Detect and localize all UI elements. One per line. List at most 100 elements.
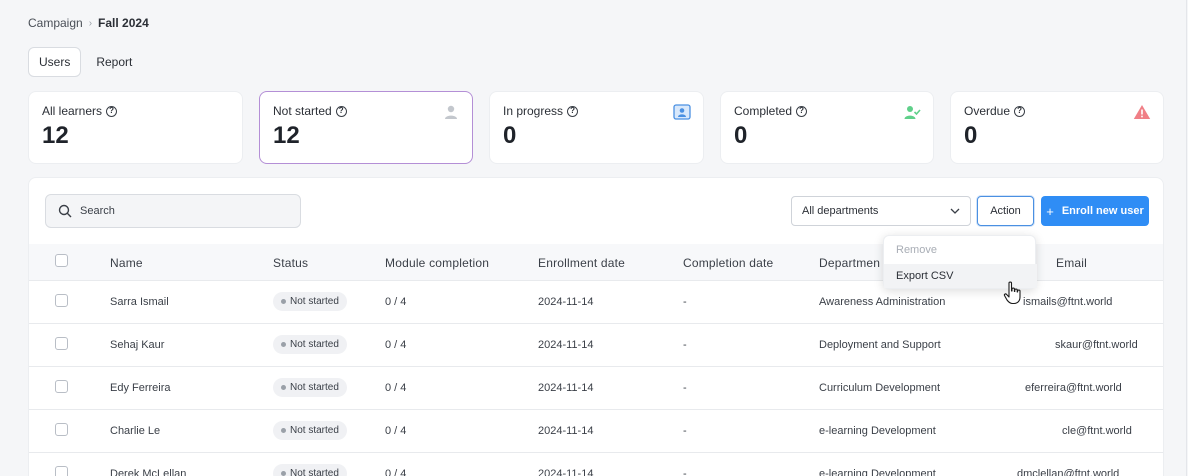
- cell-module-completion: 0 / 4: [385, 339, 407, 351]
- column-header-status[interactable]: Status: [273, 256, 308, 270]
- cell-module-completion: 0 / 4: [385, 468, 407, 476]
- select-all-checkbox[interactable]: [55, 254, 68, 267]
- column-header-name[interactable]: Name: [110, 256, 143, 270]
- cell-completion-date: -: [683, 468, 687, 476]
- cell-email: skaur@ftnt.world: [1055, 339, 1138, 351]
- enroll-new-user-button[interactable]: + Enroll new user: [1041, 196, 1149, 226]
- action-button[interactable]: Action: [977, 196, 1034, 226]
- status-badge: Not started: [273, 292, 347, 311]
- row-checkbox[interactable]: [55, 380, 68, 393]
- stat-label: Overdue?: [964, 104, 1026, 118]
- stat-card-in-progress[interactable]: In progress? 0: [489, 91, 704, 164]
- stat-label: Completed?: [734, 104, 808, 118]
- cell-email: cle@ftnt.world: [1062, 425, 1132, 437]
- cell-enrollment-date: 2024-11-14: [538, 339, 594, 351]
- stat-card-all-learners[interactable]: All learners? 12: [28, 91, 243, 164]
- person-check-icon: [904, 106, 921, 119]
- tab-bar: Users Report: [28, 47, 143, 77]
- hand-pointer-icon: [1003, 281, 1021, 305]
- status-badge: Not started: [273, 421, 347, 440]
- cell-department: Awareness Administration: [819, 296, 946, 308]
- department-select-value: All departments: [802, 205, 879, 217]
- help-icon[interactable]: ?: [1014, 105, 1026, 117]
- cell-department: Curriculum Development: [819, 382, 941, 394]
- table-row[interactable]: Derek McLellan Not started 0 / 4 2024-11…: [29, 453, 1163, 476]
- table-row[interactable]: Charlie Le Not started 0 / 4 2024-11-14 …: [29, 410, 1163, 453]
- status-badge: Not started: [273, 335, 347, 354]
- table-row[interactable]: Edy Ferreira Not started 0 / 4 2024-11-1…: [29, 367, 1163, 410]
- search-box[interactable]: [45, 194, 301, 228]
- help-icon[interactable]: ?: [796, 105, 808, 117]
- cell-module-completion: 0 / 4: [385, 425, 407, 437]
- cell-email: dmclellan@ftnt.world: [1017, 468, 1120, 476]
- plus-icon: +: [1046, 203, 1054, 219]
- status-dot-icon: [281, 299, 286, 304]
- stat-value: 0: [503, 122, 517, 149]
- cell-department: e-learning Development: [819, 468, 936, 476]
- cell-completion-date: -: [683, 296, 687, 308]
- enroll-button-label: Enroll new user: [1061, 205, 1144, 217]
- row-checkbox[interactable]: [55, 337, 68, 350]
- person-icon: [445, 105, 457, 119]
- cell-module-completion: 0 / 4: [385, 382, 407, 394]
- cell-email: ismails@ftnt.world: [1023, 296, 1113, 308]
- cell-module-completion: 0 / 4: [385, 296, 407, 308]
- department-select[interactable]: All departments: [791, 196, 971, 226]
- cell-name: Sehaj Kaur: [110, 339, 165, 351]
- cell-name: Derek McLellan: [110, 468, 187, 476]
- row-checkbox[interactable]: [55, 466, 68, 476]
- column-header-module-completion[interactable]: Module completion: [385, 256, 489, 270]
- cell-name: Sarra Ismail: [110, 296, 169, 308]
- cell-completion-date: -: [683, 382, 687, 394]
- column-header-enrollment-date[interactable]: Enrollment date: [538, 256, 625, 270]
- status-badge: Not started: [273, 378, 347, 397]
- warning-icon: [1133, 105, 1151, 119]
- breadcrumb-parent[interactable]: Campaign: [28, 16, 83, 30]
- help-icon[interactable]: ?: [106, 105, 118, 117]
- stat-label: All learners?: [42, 104, 118, 118]
- stat-card-not-started[interactable]: Not started? 12: [259, 91, 473, 164]
- row-checkbox[interactable]: [55, 423, 68, 436]
- stat-value: 0: [734, 122, 748, 149]
- cell-enrollment-date: 2024-11-14: [538, 425, 594, 437]
- cell-enrollment-date: 2024-11-14: [538, 296, 594, 308]
- column-header-email[interactable]: Email: [1056, 256, 1087, 270]
- stat-label: Not started?: [273, 104, 347, 118]
- table-row[interactable]: Sehaj Kaur Not started 0 / 4 2024-11-14 …: [29, 324, 1163, 367]
- row-checkbox[interactable]: [55, 294, 68, 307]
- tab-report[interactable]: Report: [85, 47, 143, 77]
- cell-enrollment-date: 2024-11-14: [538, 468, 594, 476]
- campaign-page: Campaign › Fall 2024 Users Report All le…: [4, 0, 1187, 476]
- status-dot-icon: [281, 428, 286, 433]
- cell-completion-date: -: [683, 425, 687, 437]
- cell-department: Deployment and Support: [819, 339, 941, 351]
- id-card-icon: [673, 104, 691, 120]
- stat-label: In progress?: [503, 104, 579, 118]
- column-header-department[interactable]: Departmen: [819, 256, 880, 270]
- stat-card-overdue[interactable]: Overdue? 0: [950, 91, 1164, 164]
- help-icon[interactable]: ?: [567, 105, 579, 117]
- breadcrumb: Campaign › Fall 2024: [28, 16, 149, 30]
- cell-name: Charlie Le: [110, 425, 161, 437]
- chevron-right-icon: ›: [88, 17, 93, 29]
- status-dot-icon: [281, 385, 286, 390]
- menu-item-remove[interactable]: Remove: [884, 238, 1037, 262]
- status-dot-icon: [281, 342, 286, 347]
- breadcrumb-current: Fall 2024: [98, 16, 149, 30]
- chevron-down-icon: [950, 208, 960, 214]
- users-panel: All departments Action + Enroll new user…: [28, 177, 1164, 476]
- cell-email: eferreira@ftnt.world: [1025, 382, 1122, 394]
- stat-value: 12: [273, 122, 300, 149]
- cell-department: e-learning Development: [819, 425, 936, 437]
- status-badge: Not started: [273, 464, 347, 476]
- status-dot-icon: [281, 471, 286, 476]
- stat-card-completed[interactable]: Completed? 0: [720, 91, 934, 164]
- cell-completion-date: -: [683, 339, 687, 351]
- cell-name: Edy Ferreira: [110, 382, 171, 394]
- stat-value: 12: [42, 122, 69, 149]
- help-icon[interactable]: ?: [335, 105, 347, 117]
- search-input[interactable]: [80, 205, 280, 217]
- column-header-completion-date[interactable]: Completion date: [683, 256, 773, 270]
- tab-users[interactable]: Users: [28, 47, 82, 77]
- cell-enrollment-date: 2024-11-14: [538, 382, 594, 394]
